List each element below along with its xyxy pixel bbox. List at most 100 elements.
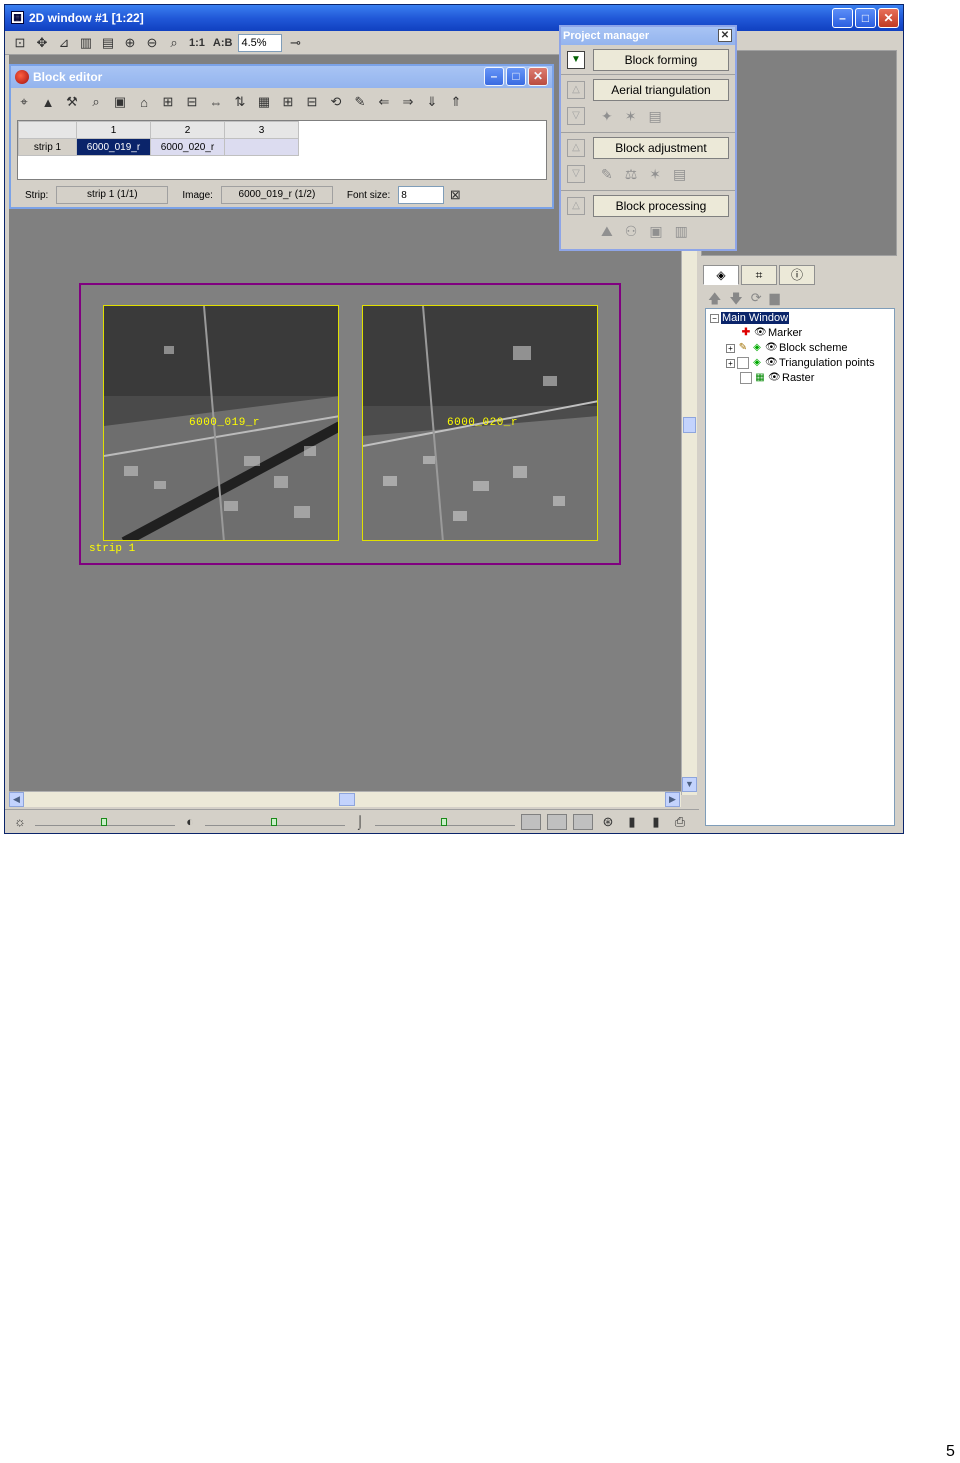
- house-icon[interactable]: ⌂: [135, 93, 153, 111]
- move-right-icon[interactable]: ⇒: [399, 93, 417, 111]
- tie-points-icon[interactable]: ✶: [625, 108, 637, 125]
- collapse-triangle-icon[interactable]: △: [567, 197, 585, 215]
- zoom-input[interactable]: [238, 33, 283, 52]
- zoom-out-icon[interactable]: ⊖: [143, 34, 161, 52]
- be-maximize-button[interactable]: □: [506, 67, 526, 86]
- expand-triangle-icon[interactable]: ▽: [567, 165, 585, 183]
- brightness-slider[interactable]: [35, 817, 175, 826]
- font-apply-icon[interactable]: ⊠: [446, 186, 464, 204]
- table-icon[interactable]: ▦: [255, 93, 273, 111]
- block-editor-titlebar[interactable]: Block editor – □ ✕: [11, 66, 552, 88]
- fit-icon[interactable]: ⊡: [11, 34, 29, 52]
- eye-icon[interactable]: 👁: [765, 357, 778, 369]
- block-adjustment-button[interactable]: Block adjustment: [593, 137, 729, 159]
- be-close-button[interactable]: ✕: [528, 67, 548, 86]
- remove-strip-icon[interactable]: ⊟: [183, 93, 201, 111]
- horizontal-scroll-thumb[interactable]: [339, 793, 355, 806]
- grid-icon[interactable]: ▥: [77, 34, 95, 52]
- center-icon[interactable]: ⌖: [15, 93, 33, 111]
- view-mode-button-3[interactable]: [573, 813, 593, 830]
- expand-icon[interactable]: +: [726, 358, 735, 368]
- page-icon[interactable]: ▮: [623, 813, 641, 831]
- eye-icon[interactable]: 👁: [768, 372, 781, 384]
- gamma-slider[interactable]: [375, 817, 515, 826]
- window-titlebar[interactable]: ▦ 2D window #1 [1:22] – □ ✕: [5, 5, 903, 31]
- ortho-icon[interactable]: ▣: [649, 223, 662, 240]
- print-icon[interactable]: ⎙: [671, 813, 689, 831]
- move-up-icon[interactable]: ⇑: [447, 93, 465, 111]
- adjust-icon-4[interactable]: ▤: [673, 166, 686, 183]
- visibility-checkbox[interactable]: [740, 372, 752, 384]
- expand-triangle-icon[interactable]: ▼: [567, 51, 585, 69]
- dtm-icon[interactable]: ⛰: [601, 223, 613, 240]
- view-mode-button-2[interactable]: [547, 813, 567, 830]
- move-left-icon[interactable]: ⇐: [375, 93, 393, 111]
- maximize-button[interactable]: □: [855, 8, 876, 28]
- eye-icon[interactable]: 👁: [754, 327, 767, 339]
- expand-icon[interactable]: +: [726, 343, 735, 353]
- ruler-icon[interactable]: ⊿: [55, 34, 73, 52]
- tab-layers[interactable]: ◈: [703, 265, 739, 285]
- font-size-input[interactable]: [398, 186, 445, 204]
- grid-row-header[interactable]: strip 1: [18, 138, 77, 156]
- scale-1-1-button[interactable]: 1:1: [187, 34, 207, 52]
- rotate-icon[interactable]: ⟲: [327, 93, 345, 111]
- grid-cell[interactable]: [224, 138, 299, 156]
- stereo-icon[interactable]: ⊛: [599, 813, 617, 831]
- sort-icon[interactable]: ⇅: [231, 93, 249, 111]
- stereo-glasses-icon[interactable]: ⚇: [625, 223, 638, 240]
- tree-root[interactable]: − Main Window: [710, 312, 790, 324]
- zoom-in-icon[interactable]: ⊕: [121, 34, 139, 52]
- tools-icon[interactable]: ⚒: [63, 93, 81, 111]
- block-forming-button[interactable]: Block forming: [593, 49, 729, 71]
- tree-item-raster[interactable]: ▦ 👁 Raster: [740, 372, 814, 384]
- add-strip-icon[interactable]: ⊞: [159, 93, 177, 111]
- contrast-slider[interactable]: [205, 817, 345, 826]
- tab-objects[interactable]: ⌗: [741, 265, 777, 285]
- find-icon[interactable]: ⌕: [87, 93, 105, 111]
- zoom-window-icon[interactable]: ⌕: [165, 34, 183, 52]
- vertical-scroll-thumb[interactable]: [683, 417, 696, 433]
- adjust-icon-2[interactable]: ⚖: [625, 166, 638, 183]
- grid-cell[interactable]: 6000_020_r: [150, 138, 225, 156]
- be-minimize-button[interactable]: –: [484, 67, 504, 86]
- block-processing-button[interactable]: Block processing: [593, 195, 729, 217]
- tree-item-triangulation-points[interactable]: + ◈ 👁 Triangulation points: [726, 357, 875, 369]
- scroll-left-arrow[interactable]: ◀: [9, 792, 24, 807]
- book-icon[interactable]: ▮: [647, 813, 665, 831]
- pm-close-button[interactable]: ✕: [718, 29, 732, 42]
- up-icon[interactable]: ▲: [39, 93, 57, 111]
- tree-item-marker[interactable]: ✚ 👁 Marker: [740, 327, 802, 339]
- points-table-icon[interactable]: ▤: [648, 108, 661, 125]
- collapse-icon[interactable]: −: [710, 313, 719, 323]
- collapse-triangle-icon[interactable]: △: [567, 139, 585, 157]
- scroll-right-arrow[interactable]: ▶: [665, 792, 680, 807]
- strip-frame[interactable]: 6000_019_r 6000_020_r strip 1: [79, 283, 621, 565]
- expand-triangle-icon[interactable]: ▽: [567, 107, 585, 125]
- view-mode-button-1[interactable]: [521, 813, 541, 830]
- layout-icon[interactable]: ▤: [99, 34, 117, 52]
- add-image-icon[interactable]: ⊞: [279, 93, 297, 111]
- ab-button[interactable]: A:B: [211, 34, 235, 52]
- properties-icon[interactable]: ▣: [111, 93, 129, 111]
- tab-info[interactable]: ⓘ: [779, 265, 815, 285]
- mosaic-icon[interactable]: ▥: [675, 223, 688, 240]
- eye-icon[interactable]: 👁: [765, 342, 778, 354]
- horizontal-scrollbar[interactable]: ◀ ▶: [9, 791, 681, 807]
- remove-image-icon[interactable]: ⊟: [303, 93, 321, 111]
- tree-item-block-scheme[interactable]: + ✎ ◈ 👁 Block scheme: [726, 342, 847, 354]
- grid-cell[interactable]: 6000_019_r: [76, 138, 151, 156]
- swap-icon[interactable]: ⇔: [207, 93, 225, 111]
- measure-icon[interactable]: ✦: [601, 108, 613, 125]
- adjust-icon-1[interactable]: ✎: [601, 166, 613, 183]
- visibility-checkbox[interactable]: [737, 357, 749, 369]
- adjust-icon-3[interactable]: ✶: [649, 166, 661, 183]
- pan-icon[interactable]: ✥: [33, 34, 51, 52]
- aerial-triangulation-button[interactable]: Aerial triangulation: [593, 79, 729, 101]
- minimize-button[interactable]: –: [832, 8, 853, 28]
- close-button[interactable]: ✕: [878, 8, 899, 28]
- pin-icon[interactable]: ⊸: [286, 34, 304, 52]
- collapse-triangle-icon[interactable]: △: [567, 81, 585, 99]
- scroll-down-arrow[interactable]: ▼: [682, 777, 697, 792]
- move-down-icon[interactable]: ⇓: [423, 93, 441, 111]
